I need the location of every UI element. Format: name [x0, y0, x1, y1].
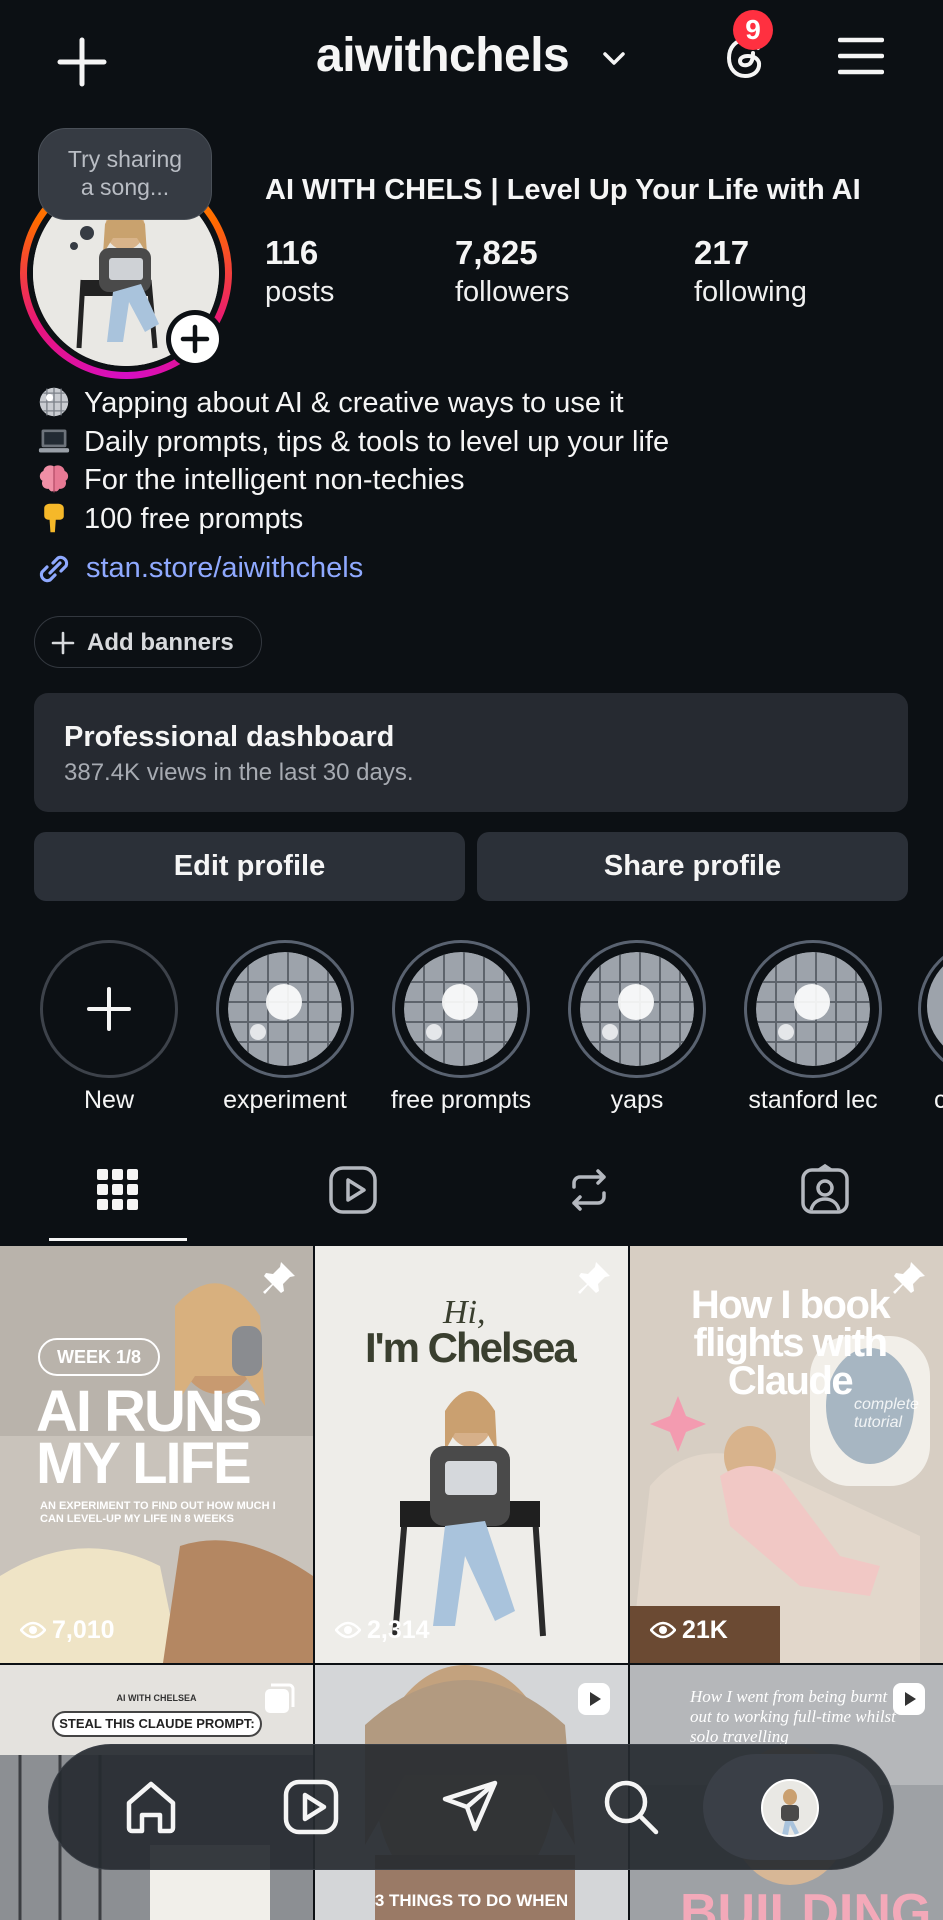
- search-icon[interactable]: [599, 1775, 663, 1839]
- post-script: complete tutorial: [854, 1396, 919, 1431]
- post-headline: BUILDING: [680, 1884, 932, 1920]
- disco-ball-icon: [927, 949, 943, 1063]
- posts-label[interactable]: posts: [265, 276, 334, 309]
- link-icon: [39, 555, 69, 583]
- active-tab-indicator: [49, 1238, 187, 1241]
- reels-icon[interactable]: [279, 1775, 343, 1839]
- edit-profile-button[interactable]: Edit profile: [34, 832, 465, 901]
- note-bubble-tail: [80, 226, 94, 240]
- bio-line: For the intelligent non-techies: [36, 463, 464, 497]
- professional-dashboard[interactable]: Professional dashboard 387.4K views in t…: [34, 693, 908, 812]
- pin-icon: [578, 1262, 610, 1294]
- bio-line: Daily prompts, tips & tools to level up …: [36, 425, 669, 459]
- post-tile[interactable]: Hi, I'm Chelsea 2,314: [315, 1246, 628, 1663]
- plus-icon: [51, 631, 75, 655]
- eye-icon: [334, 1621, 362, 1639]
- post-badge: WEEK 1/8: [38, 1338, 160, 1376]
- bio-text: Yapping about AI & creative ways to use …: [84, 387, 624, 419]
- reel-icon: [578, 1683, 610, 1715]
- bottom-nav: [48, 1744, 894, 1870]
- full-name: AI WITH CHELS | Level Up Your Life with …: [265, 174, 861, 206]
- plus-icon: [87, 987, 131, 1031]
- views-count: 7,010: [19, 1616, 115, 1645]
- eye-icon: [649, 1621, 677, 1639]
- pin-icon: [893, 1262, 925, 1294]
- highlight-partial[interactable]: c: [918, 940, 943, 1130]
- disco-ball-icon: [756, 952, 870, 1066]
- highlight-label: stanford lec: [748, 1086, 878, 1114]
- share-profile-button[interactable]: Share profile: [477, 832, 908, 901]
- followers-label[interactable]: followers: [455, 276, 569, 309]
- post-tile[interactable]: WEEK 1/8 AI RUNS MY LIFE AN EXPERIMENT T…: [0, 1246, 313, 1663]
- bio-line: 100 free prompts: [36, 502, 303, 536]
- dashboard-title: Professional dashboard: [64, 721, 395, 753]
- following-count[interactable]: 217: [694, 234, 749, 272]
- post-caption: AN EXPERIMENT TO FIND OUT HOW MUCH I CAN…: [40, 1500, 276, 1525]
- profile-link[interactable]: stan.store/aiwithchels: [86, 552, 363, 585]
- post-headline: I'm Chelsea: [365, 1324, 577, 1371]
- post-headline: How I book flights with Claude: [690, 1283, 891, 1403]
- top-bar: aiwithchels 9: [0, 0, 943, 115]
- plus-icon: [180, 324, 210, 354]
- note-bubble-tail-small: [70, 242, 78, 250]
- notification-badge: 9: [733, 10, 773, 50]
- username-title[interactable]: aiwithchels: [316, 28, 570, 83]
- carousel-icon: [265, 1683, 295, 1713]
- add-banners-label: Add banners: [87, 629, 234, 656]
- profile-avatar-tab[interactable]: [761, 1779, 819, 1837]
- pointing-down-icon: [44, 503, 64, 533]
- views-count: 21K: [649, 1616, 728, 1645]
- laptop-icon: [38, 429, 70, 453]
- add-banners-button[interactable]: Add banners: [34, 616, 262, 668]
- send-icon[interactable]: [439, 1775, 503, 1839]
- disco-ball-icon: [39, 387, 69, 417]
- views-value: 2,314: [367, 1616, 430, 1644]
- views-value: 7,010: [52, 1616, 115, 1644]
- post-caption: 3 THINGS TO DO WHEN: [374, 1891, 569, 1910]
- add-story-button[interactable]: [166, 310, 224, 368]
- highlight-label: c: [934, 1086, 943, 1114]
- note-bubble-text: Try sharing a song...: [67, 146, 183, 200]
- reel-icon: [893, 1683, 925, 1715]
- disco-ball-icon: [404, 952, 518, 1066]
- chevron-down-icon[interactable]: [600, 44, 628, 72]
- post-tile[interactable]: How I book flights with Claude complete …: [630, 1246, 943, 1663]
- disco-ball-icon: [228, 952, 342, 1066]
- menu-icon[interactable]: [838, 36, 884, 76]
- brain-icon: [39, 465, 69, 493]
- views-value: 21K: [682, 1616, 728, 1644]
- home-icon[interactable]: [119, 1775, 183, 1839]
- bio-line: Yapping about AI & creative ways to use …: [36, 386, 624, 420]
- reels-icon[interactable]: [326, 1163, 380, 1217]
- pin-icon: [263, 1262, 295, 1294]
- views-count: 2,314: [334, 1616, 430, 1645]
- plus-icon[interactable]: [54, 34, 110, 90]
- note-bubble[interactable]: Try sharing a song...: [38, 128, 212, 220]
- tagged-icon[interactable]: [798, 1163, 852, 1217]
- bio-text: Daily prompts, tips & tools to level up …: [84, 426, 670, 458]
- following-label[interactable]: following: [694, 276, 807, 309]
- post-badge: STEAL THIS CLAUDE PROMPT:: [52, 1711, 262, 1737]
- dashboard-subtitle: 387.4K views in the last 30 days.: [64, 759, 414, 786]
- posts-count[interactable]: 116: [265, 234, 318, 272]
- grid-icon[interactable]: [91, 1163, 145, 1217]
- reposts-icon[interactable]: [562, 1163, 616, 1217]
- post-headline: AI RUNS MY LIFE: [36, 1379, 262, 1496]
- eye-icon: [19, 1621, 47, 1639]
- followers-count[interactable]: 7,825: [455, 234, 538, 272]
- bio-text: 100 free prompts: [84, 503, 304, 535]
- disco-ball-icon: [580, 952, 694, 1066]
- bio-text: For the intelligent non-techies: [84, 464, 465, 496]
- avatar: [763, 1781, 817, 1835]
- post-script: How I went from being burnt out to worki…: [690, 1687, 896, 1746]
